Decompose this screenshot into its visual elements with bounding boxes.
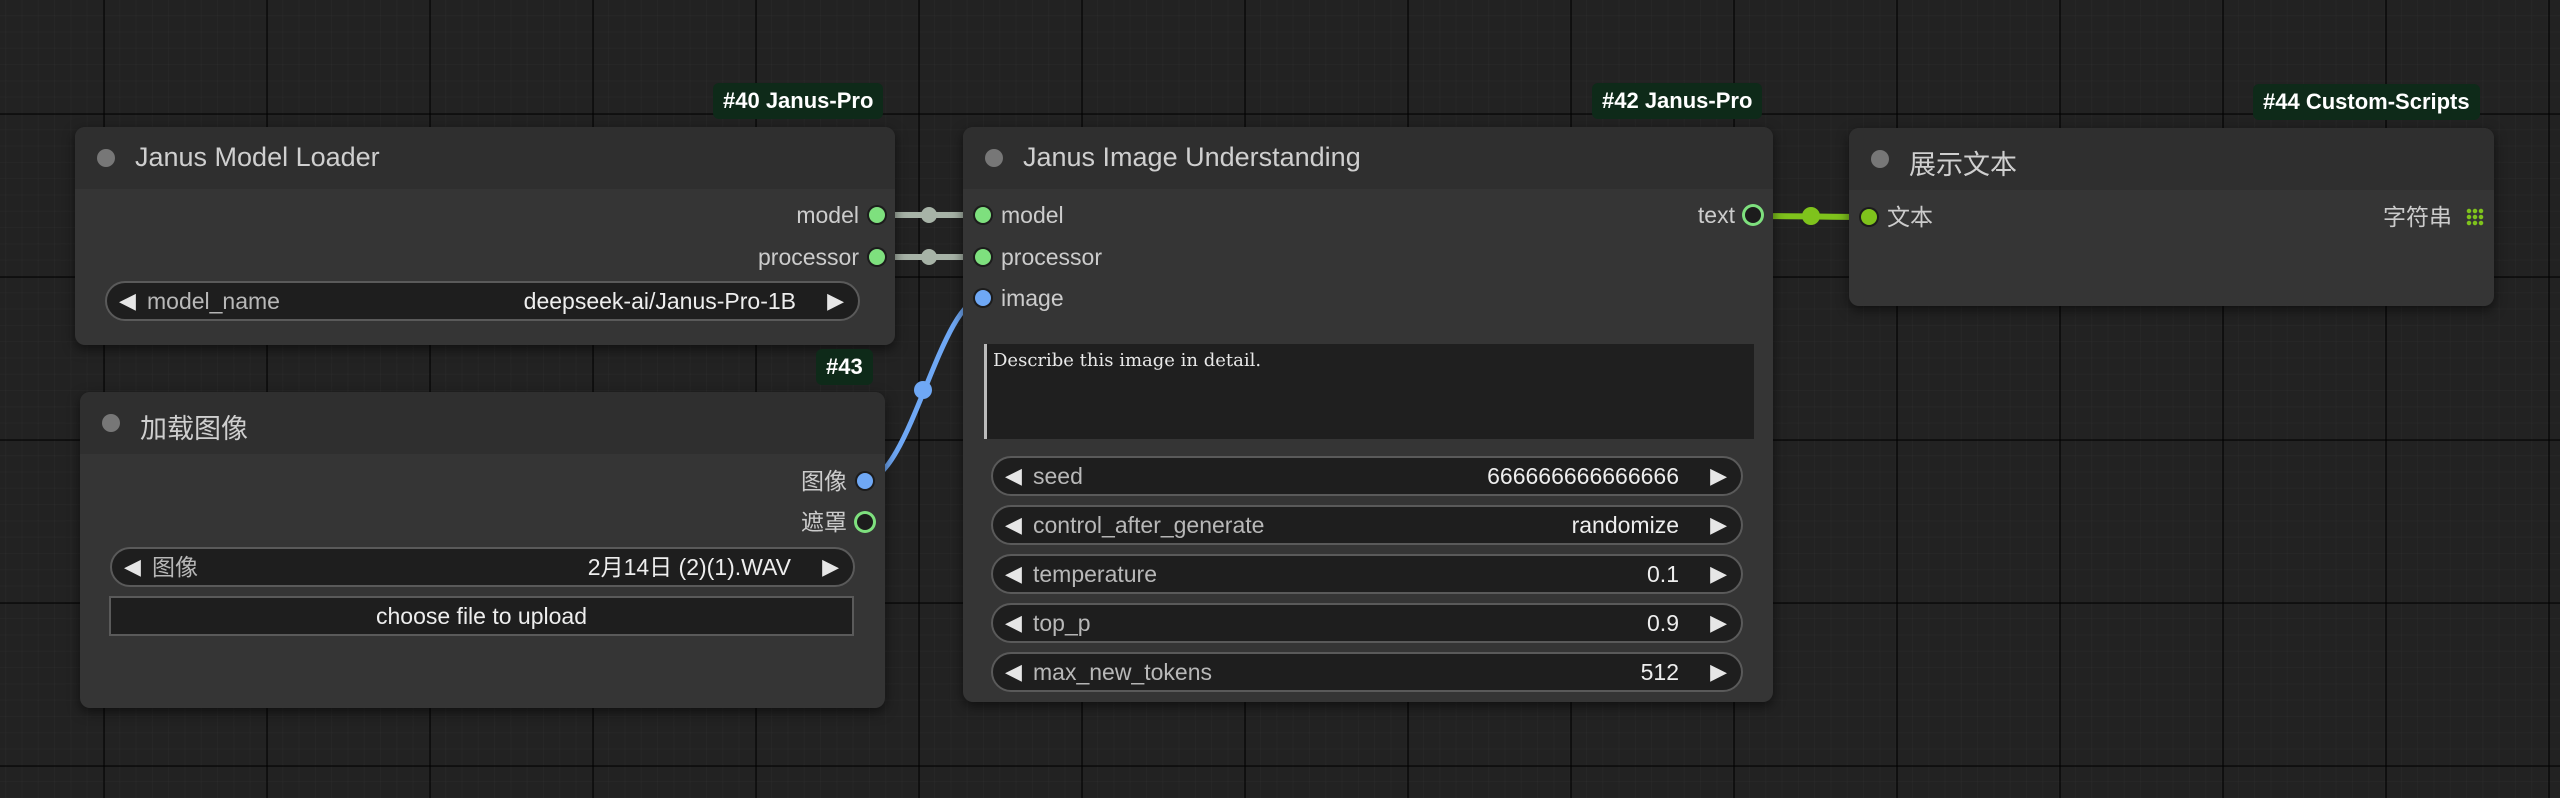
node-badge: #43 (816, 349, 873, 385)
output-pin-icon[interactable] (869, 207, 885, 223)
widget-value: deepseek-ai/Janus-Pro-1B (523, 288, 796, 314)
widget-label: top_p (1033, 610, 1091, 636)
output-slot-model[interactable]: model (796, 200, 885, 230)
node-janus-model-loader[interactable]: Janus Model Loader model processor ◀ mod… (75, 127, 895, 345)
link-image-midpoint[interactable] (914, 381, 932, 399)
node-badge: #42 Janus-Pro (1592, 83, 1763, 119)
collapse-dot-icon[interactable] (97, 149, 115, 167)
output-slot-string[interactable]: 字符串 (2383, 202, 2452, 232)
node-badge: #40 Janus-Pro (713, 83, 884, 119)
slot-label: 文本 (1887, 204, 1933, 230)
node-badge: #44 Custom-Scripts (2253, 84, 2480, 120)
collapse-dot-icon[interactable] (102, 414, 120, 432)
output-pin-icon[interactable] (869, 249, 885, 265)
input-slot-processor[interactable]: processor (975, 242, 1102, 272)
node-header[interactable]: Janus Image Understanding (963, 127, 1773, 189)
triangle-right-icon[interactable]: ▶ (1710, 556, 1727, 592)
link-processor-midpoint[interactable] (921, 249, 937, 265)
widget-label: model_name (147, 288, 280, 314)
combo-control-after-generate[interactable]: ◀ control_after_generate randomize ▶ (991, 505, 1743, 545)
upload-button[interactable]: choose file to upload (109, 596, 854, 636)
output-pin-icon[interactable] (857, 514, 873, 530)
node-janus-image-understanding[interactable]: Janus Image Understanding model processo… (963, 127, 1773, 702)
triangle-right-icon[interactable]: ▶ (1710, 605, 1727, 641)
link-model-midpoint[interactable] (921, 207, 937, 223)
triangle-right-icon[interactable]: ▶ (1710, 654, 1727, 690)
input-slot-model[interactable]: model (975, 200, 1064, 230)
link-text-midpoint[interactable] (1802, 207, 1820, 225)
collapse-dot-icon[interactable] (1871, 150, 1889, 168)
node-header[interactable]: Janus Model Loader (75, 127, 895, 189)
output-slot-mask[interactable]: 遮罩 (801, 507, 873, 537)
triangle-left-icon[interactable]: ◀ (1005, 458, 1022, 494)
node-title: 展示文本 (1909, 150, 2017, 180)
widget-value: 0.1 (1647, 561, 1679, 587)
grip-dots-icon[interactable] (2466, 208, 2484, 226)
combo-image[interactable]: ◀ 图像 2月14日 (2)(1).WAV ▶ (110, 547, 855, 587)
widget-label: control_after_generate (1033, 512, 1265, 538)
slot-label: 字符串 (2383, 204, 2452, 230)
triangle-left-icon[interactable]: ◀ (1005, 556, 1022, 592)
triangle-left-icon[interactable]: ◀ (1005, 605, 1022, 641)
widget-label: temperature (1033, 561, 1158, 587)
node-graph-canvas[interactable]: #40 Janus-Pro Janus Model Loader model p… (0, 0, 2560, 798)
triangle-right-icon[interactable]: ▶ (827, 283, 844, 319)
node-header[interactable]: 加载图像 (80, 392, 885, 454)
widget-value: 666666666666666 (1487, 463, 1679, 489)
widget-value: 0.9 (1647, 610, 1679, 636)
number-temperature[interactable]: ◀ temperature 0.1 ▶ (991, 554, 1743, 594)
widget-label: 图像 (152, 554, 198, 580)
triangle-right-icon[interactable]: ▶ (1710, 507, 1727, 543)
node-title: Janus Model Loader (135, 142, 380, 172)
triangle-left-icon[interactable]: ◀ (124, 549, 141, 585)
output-slot-processor[interactable]: processor (758, 242, 885, 272)
triangle-left-icon[interactable]: ◀ (119, 283, 136, 319)
triangle-right-icon[interactable]: ▶ (822, 549, 839, 585)
triangle-left-icon[interactable]: ◀ (1005, 654, 1022, 690)
slot-label: 图像 (801, 468, 847, 494)
slot-label: processor (758, 244, 859, 270)
slot-label: processor (1001, 244, 1102, 270)
output-slot-text[interactable]: text (1698, 200, 1761, 230)
slot-label: model (796, 202, 859, 228)
number-seed[interactable]: ◀ seed 666666666666666 ▶ (991, 456, 1743, 496)
slot-label: image (1001, 285, 1064, 311)
widget-value: randomize (1571, 512, 1679, 538)
input-pin-icon[interactable] (1861, 209, 1877, 225)
input-slot-text[interactable]: 文本 (1861, 202, 1933, 232)
node-title: Janus Image Understanding (1023, 142, 1361, 172)
input-pin-icon[interactable] (975, 207, 991, 223)
input-pin-icon[interactable] (975, 249, 991, 265)
slot-label: model (1001, 202, 1064, 228)
output-slot-image[interactable]: 图像 (801, 466, 873, 496)
slot-label: 遮罩 (801, 509, 847, 535)
widget-label: seed (1033, 463, 1083, 489)
widget-value: 2月14日 (2)(1).WAV (587, 554, 791, 580)
number-max-new-tokens[interactable]: ◀ max_new_tokens 512 ▶ (991, 652, 1743, 692)
input-slot-image[interactable]: image (975, 283, 1064, 313)
node-show-text[interactable]: 展示文本 文本 字符串 (1849, 128, 2494, 306)
node-title: 加载图像 (140, 414, 248, 444)
triangle-right-icon[interactable]: ▶ (1710, 458, 1727, 494)
slot-label: text (1697, 202, 1735, 228)
node-header[interactable]: 展示文本 (1849, 128, 2494, 190)
triangle-left-icon[interactable]: ◀ (1005, 507, 1022, 543)
collapse-dot-icon[interactable] (985, 149, 1003, 167)
combo-model-name[interactable]: ◀ model_name deepseek-ai/Janus-Pro-1B ▶ (105, 281, 860, 321)
output-pin-icon[interactable] (857, 473, 873, 489)
input-pin-icon[interactable] (975, 290, 991, 306)
widget-label: max_new_tokens (1033, 659, 1212, 685)
widget-value: 512 (1640, 659, 1679, 685)
node-load-image[interactable]: 加载图像 图像 遮罩 ◀ 图像 2月14日 (2)(1).WAV ▶ choos… (80, 392, 885, 708)
number-top-p[interactable]: ◀ top_p 0.9 ▶ (991, 603, 1743, 643)
prompt-textarea[interactable]: Describe this image in detail. (984, 344, 1754, 439)
output-pin-icon[interactable] (1745, 207, 1761, 223)
